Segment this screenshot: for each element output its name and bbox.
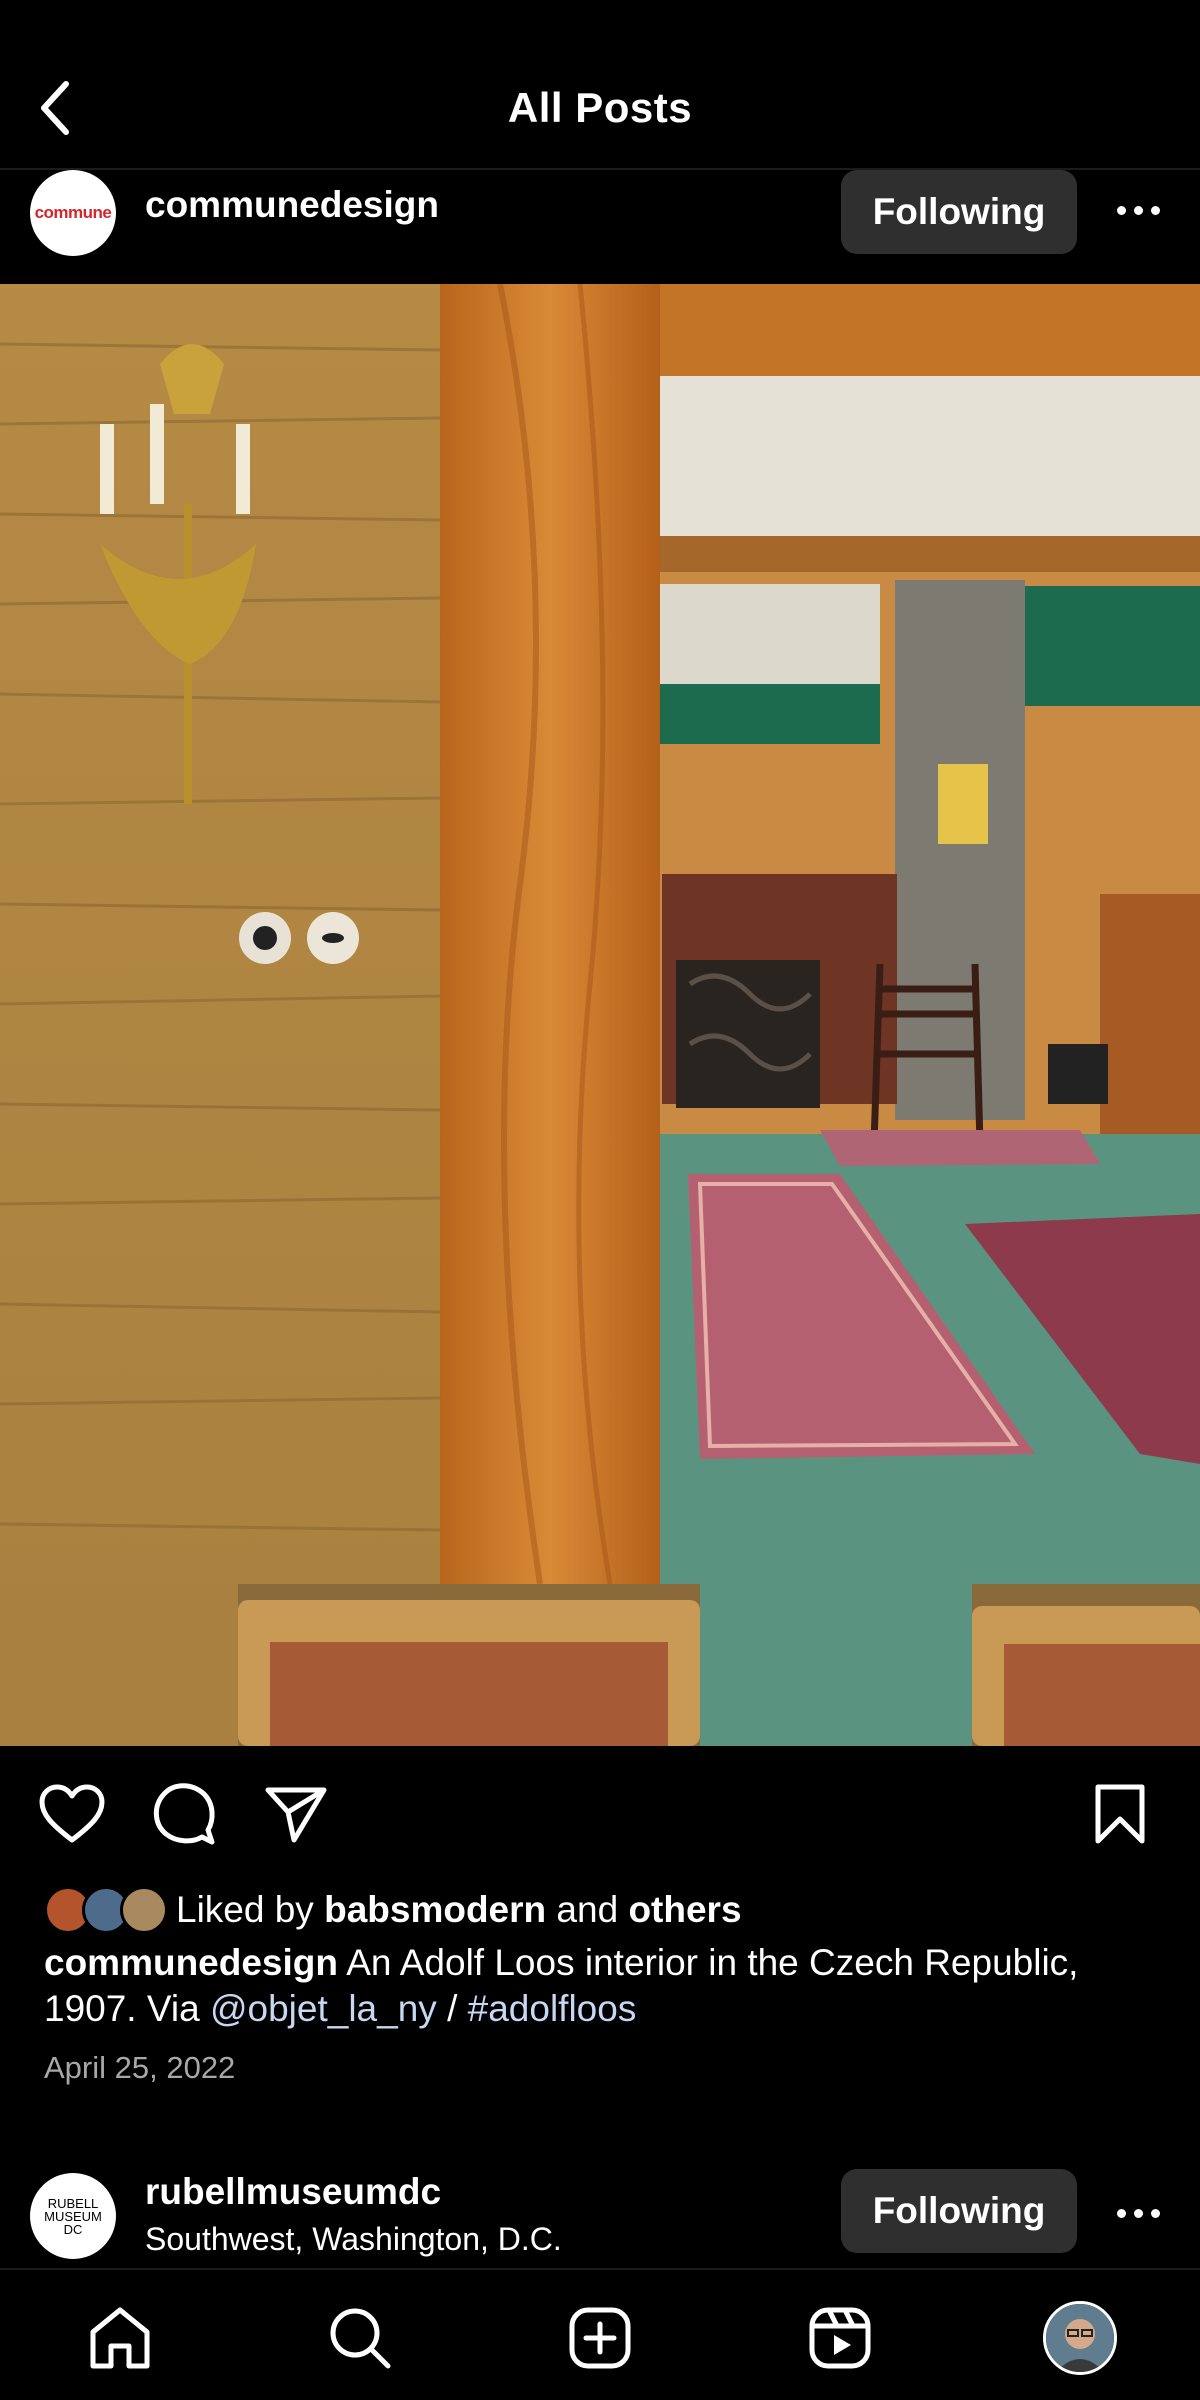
avatar [120,1886,168,1934]
liker-username[interactable]: babsmodern [324,1889,546,1930]
share-button[interactable] [258,1776,334,1852]
comment-icon [153,1783,215,1845]
page-title: All Posts [507,84,693,131]
save-button[interactable] [1082,1776,1158,1852]
add-post-icon [569,2307,631,2369]
bottom-tab-bar [0,2268,1200,2400]
tab-profile[interactable] [1040,2298,1120,2378]
next-post-header: RUBELL MUSEUM DC rubellmuseumdc Southwes… [0,2165,1200,2265]
tab-home[interactable] [80,2298,160,2378]
send-icon [265,1787,327,1843]
bookmark-icon [1095,1784,1145,1844]
post-caption: communedesign An Adolf Loos interior in … [44,1940,1164,2032]
app-header: All Posts [0,40,1200,170]
profile-avatar [1043,2301,1117,2375]
liker-avatars [44,1882,170,1938]
avatar-logo-text: commune [34,203,112,222]
post-photo[interactable] [0,284,1200,1746]
more-options-button[interactable] [1108,190,1168,230]
likes-row[interactable]: Liked by babsmodern and others [44,1882,742,1938]
avatar-logo: RUBELL MUSEUM DC [44,2195,102,2237]
tab-search[interactable] [320,2298,400,2378]
post-username[interactable]: communedesign [145,184,439,226]
more-options-button[interactable] [1108,2193,1168,2233]
search-icon [330,2308,391,2369]
likes-text: Liked by babsmodern and others [176,1889,742,1931]
more-icon [1116,2208,1126,2218]
likes-others-link[interactable]: others [628,1889,741,1930]
caption-username[interactable]: communedesign [44,1942,338,1983]
tab-create[interactable] [560,2298,640,2378]
avatar[interactable]: RUBELL MUSEUM DC [30,2173,116,2259]
post-username[interactable]: rubellmuseumdc [145,2171,441,2213]
likes-prefix: Liked by [176,1889,314,1930]
caption-separator: / [447,1988,458,2029]
more-icon [1116,205,1126,215]
likes-joiner: and [556,1889,619,1930]
heart-icon [39,1784,105,1843]
following-button[interactable]: Following [841,2169,1077,2253]
home-icon [90,2307,150,2369]
reels-icon [809,2307,871,2369]
following-button[interactable]: Following [841,170,1077,254]
avatar[interactable]: commune [30,170,116,256]
mention-link[interactable]: @objet_la_ny [210,1988,437,2029]
like-button[interactable] [34,1776,110,1852]
status-bar [0,0,1200,40]
post-location[interactable]: Southwest, Washington, D.C. [145,2221,562,2258]
profile-photo-image [1046,2304,1114,2372]
post-header: commune communedesign Following [0,170,1200,284]
interior-photo-image [0,284,1200,1746]
comment-button[interactable] [146,1776,222,1852]
hashtag-link[interactable]: #adolfloos [468,1988,637,2029]
tab-reels[interactable] [800,2298,880,2378]
post-actions [0,1746,1200,1876]
post-date: April 25, 2022 [44,2050,236,2085]
